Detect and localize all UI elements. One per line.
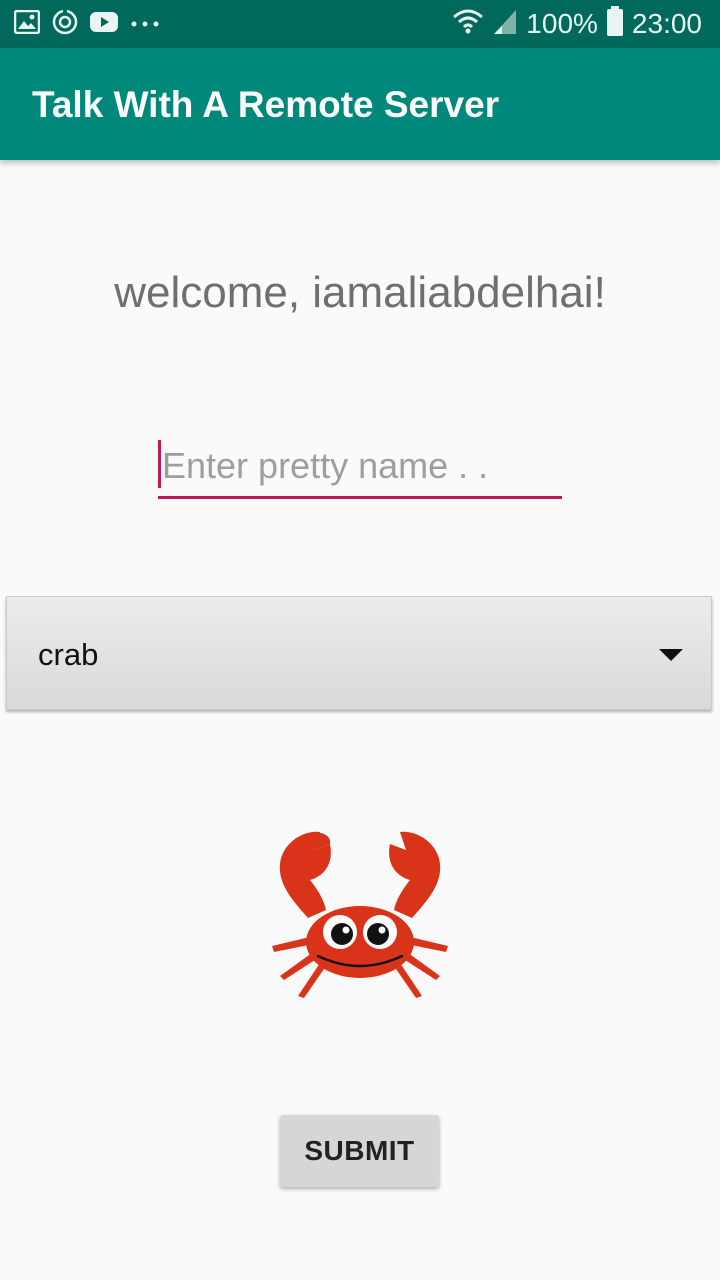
name-field[interactable] xyxy=(158,438,562,499)
youtube-icon xyxy=(90,11,118,38)
signal-icon xyxy=(492,7,518,42)
dropdown-arrow-icon xyxy=(659,649,683,661)
status-bar: 100% 23:00 xyxy=(0,0,720,48)
app-title: Talk With A Remote Server xyxy=(32,84,500,125)
status-bar-left xyxy=(13,8,160,40)
animal-spinner[interactable]: crab xyxy=(6,596,712,710)
status-bar-right: 100% 23:00 xyxy=(452,5,702,43)
app-bar: Talk With A Remote Server xyxy=(0,48,720,160)
gallery-icon xyxy=(13,9,41,39)
battery-icon xyxy=(606,5,624,43)
text-cursor xyxy=(158,440,161,488)
clock: 23:00 xyxy=(631,8,702,39)
crab-image xyxy=(268,826,452,1000)
submit-button[interactable]: SUBMIT xyxy=(280,1115,439,1187)
battery-percent: 100% xyxy=(526,8,598,39)
spinner-selected-value: crab xyxy=(38,637,99,672)
sync-icon xyxy=(52,8,78,40)
more-dots-icon xyxy=(130,15,160,33)
wifi-icon xyxy=(452,8,484,41)
welcome-text: welcome, iamaliabdelhai! xyxy=(114,268,606,317)
name-input[interactable] xyxy=(158,438,562,494)
